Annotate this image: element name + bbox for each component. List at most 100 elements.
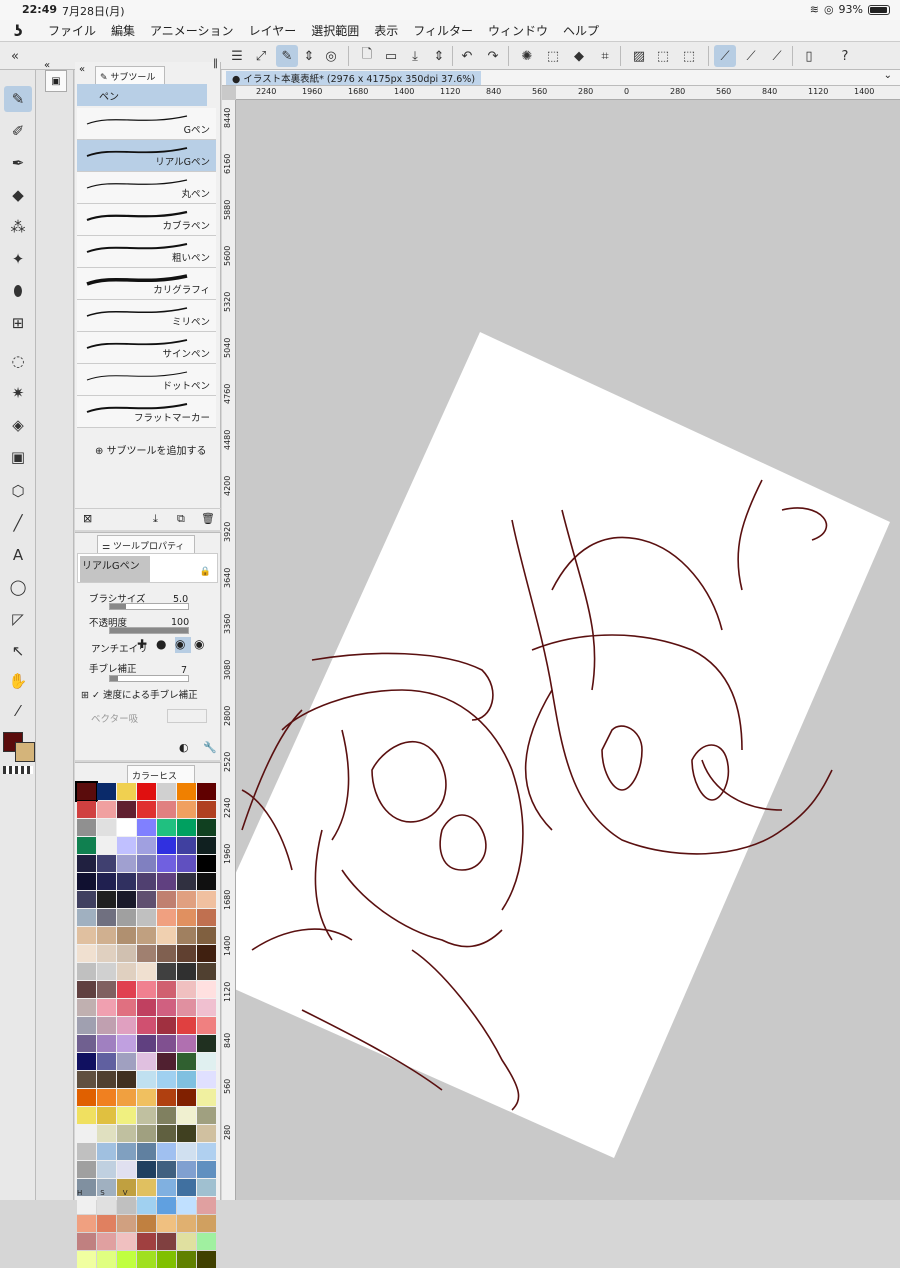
antialias-medium-icon[interactable]: ◉ [175,637,191,653]
color-swatch[interactable] [117,1017,136,1034]
color-swatch[interactable] [137,1035,156,1052]
color-swatch[interactable] [157,1251,176,1268]
menu-file[interactable]: ファイル [48,22,96,39]
color-swatch[interactable] [117,999,136,1016]
color-swatch[interactable] [97,819,116,836]
color-swatch[interactable] [77,1143,96,1160]
fill-tool-icon[interactable]: ◈ [4,412,32,438]
color-swatch[interactable] [137,1143,156,1160]
color-swatch[interactable] [197,837,216,854]
color-swatch[interactable] [77,1053,96,1070]
color-swatch[interactable] [177,1071,196,1088]
color-swatch[interactable] [117,981,136,998]
tab-color-history[interactable]: カラーヒス [127,765,195,783]
color-swatch[interactable] [117,1107,136,1124]
color-swatch[interactable] [97,1089,116,1106]
vector-magnet-options[interactable] [167,709,207,723]
color-swatch[interactable] [177,783,196,800]
color-swatch[interactable] [197,1071,216,1088]
color-swatch[interactable] [157,783,176,800]
color-swatch[interactable] [157,1179,176,1196]
color-swatch[interactable] [117,1251,136,1268]
color-swatch[interactable] [157,927,176,944]
opacity-slider[interactable] [109,627,189,634]
color-swatch[interactable] [137,1125,156,1142]
color-swatch[interactable] [137,909,156,926]
color-swatch[interactable] [137,855,156,872]
color-swatch[interactable] [117,1089,136,1106]
color-swatch[interactable] [117,909,136,926]
document-tab[interactable]: ● イラスト本裏表紙* (2976 x 4175px 350dpi 37.6%) [226,71,482,85]
sub-tool-group-pen[interactable]: ペン [77,84,207,106]
wrench-icon[interactable]: 🔧 [203,741,217,754]
color-swatch[interactable] [137,1071,156,1088]
color-swatch[interactable] [197,873,216,890]
color-swatch[interactable] [197,963,216,980]
mesh-tool-icon[interactable]: ⊞ [4,310,32,336]
sub-tool-item[interactable]: Gペン [77,108,216,140]
color-swatch[interactable] [97,1125,116,1142]
menu-window[interactable]: ウィンドウ [488,22,548,39]
color-swatch[interactable] [177,927,196,944]
redo-icon[interactable]: ↷ [482,45,504,67]
reference-icon[interactable]: ◎ [320,45,342,67]
color-swatch[interactable] [157,1107,176,1124]
collapse-panel-icon[interactable]: « [79,64,85,75]
save-icon[interactable]: ⤓ [404,45,426,67]
color-swatch[interactable] [77,1089,96,1106]
clear-icon[interactable]: ▨ [628,45,650,67]
color-swatch[interactable] [197,891,216,908]
color-swatch[interactable] [97,837,116,854]
panel-resize-handle[interactable]: ‖ [213,58,218,69]
operation-tool-icon[interactable]: ↖ [4,638,32,664]
color-swatch[interactable] [157,801,176,818]
antialias-weak-icon[interactable]: ● [156,637,172,653]
color-swatch[interactable] [197,1107,216,1124]
color-swatch[interactable] [117,1161,136,1178]
color-swatch[interactable] [77,819,96,836]
frame-tool-icon[interactable]: ◸ [4,606,32,632]
color-swatch[interactable] [97,1251,116,1268]
hamburger-menu-icon[interactable]: ☰ [226,45,248,67]
color-swatch[interactable] [197,927,216,944]
color-swatch[interactable] [177,1125,196,1142]
decoration-tool-icon[interactable]: ✦ [4,246,32,272]
trash-icon[interactable]: 🗑 [201,512,215,525]
tab-sub-tool[interactable]: ✎ サブツール [95,66,165,84]
color-swatch[interactable] [197,1125,216,1142]
color-swatch[interactable] [137,1179,156,1196]
canvas-area[interactable] [222,70,900,1200]
color-swatch[interactable] [97,927,116,944]
color-swatch[interactable] [197,819,216,836]
color-swatch[interactable] [177,1017,196,1034]
color-swatch[interactable] [177,1161,196,1178]
panel-toggle-icon[interactable]: ▣ [45,70,67,92]
reset-icon[interactable]: ◐ [179,741,189,754]
pen-tool-icon[interactable]: ✎ [4,86,32,112]
balloon-tool-icon[interactable]: ◯ [4,574,32,600]
color-swatch[interactable] [177,999,196,1016]
color-swatch[interactable] [197,1053,216,1070]
snap-grid-icon[interactable]: ⟋ [766,45,788,67]
color-swatch[interactable] [137,1053,156,1070]
color-swatch[interactable] [97,855,116,872]
color-swatch[interactable] [137,801,156,818]
eraser-tool-icon[interactable]: ◆ [4,182,32,208]
color-swatch[interactable] [97,1233,116,1250]
color-swatch[interactable] [77,891,96,908]
color-swatch[interactable] [157,999,176,1016]
color-swatch[interactable] [137,981,156,998]
color-swatch[interactable] [117,963,136,980]
color-swatch[interactable] [177,1107,196,1124]
updown-arrows-icon[interactable]: ⇕ [298,45,320,67]
color-swatch[interactable] [137,1017,156,1034]
color-swatch[interactable] [177,837,196,854]
color-swatch[interactable] [157,1125,176,1142]
color-swatch[interactable] [157,1233,176,1250]
snap-special-icon[interactable]: ⟋ [740,45,762,67]
color-swatch[interactable] [77,945,96,962]
canvas-svg[interactable] [222,70,900,1200]
color-swatch[interactable] [157,891,176,908]
color-mode-s[interactable]: S [100,1189,104,1197]
blend-tool-icon[interactable]: ⬮ [4,278,32,304]
